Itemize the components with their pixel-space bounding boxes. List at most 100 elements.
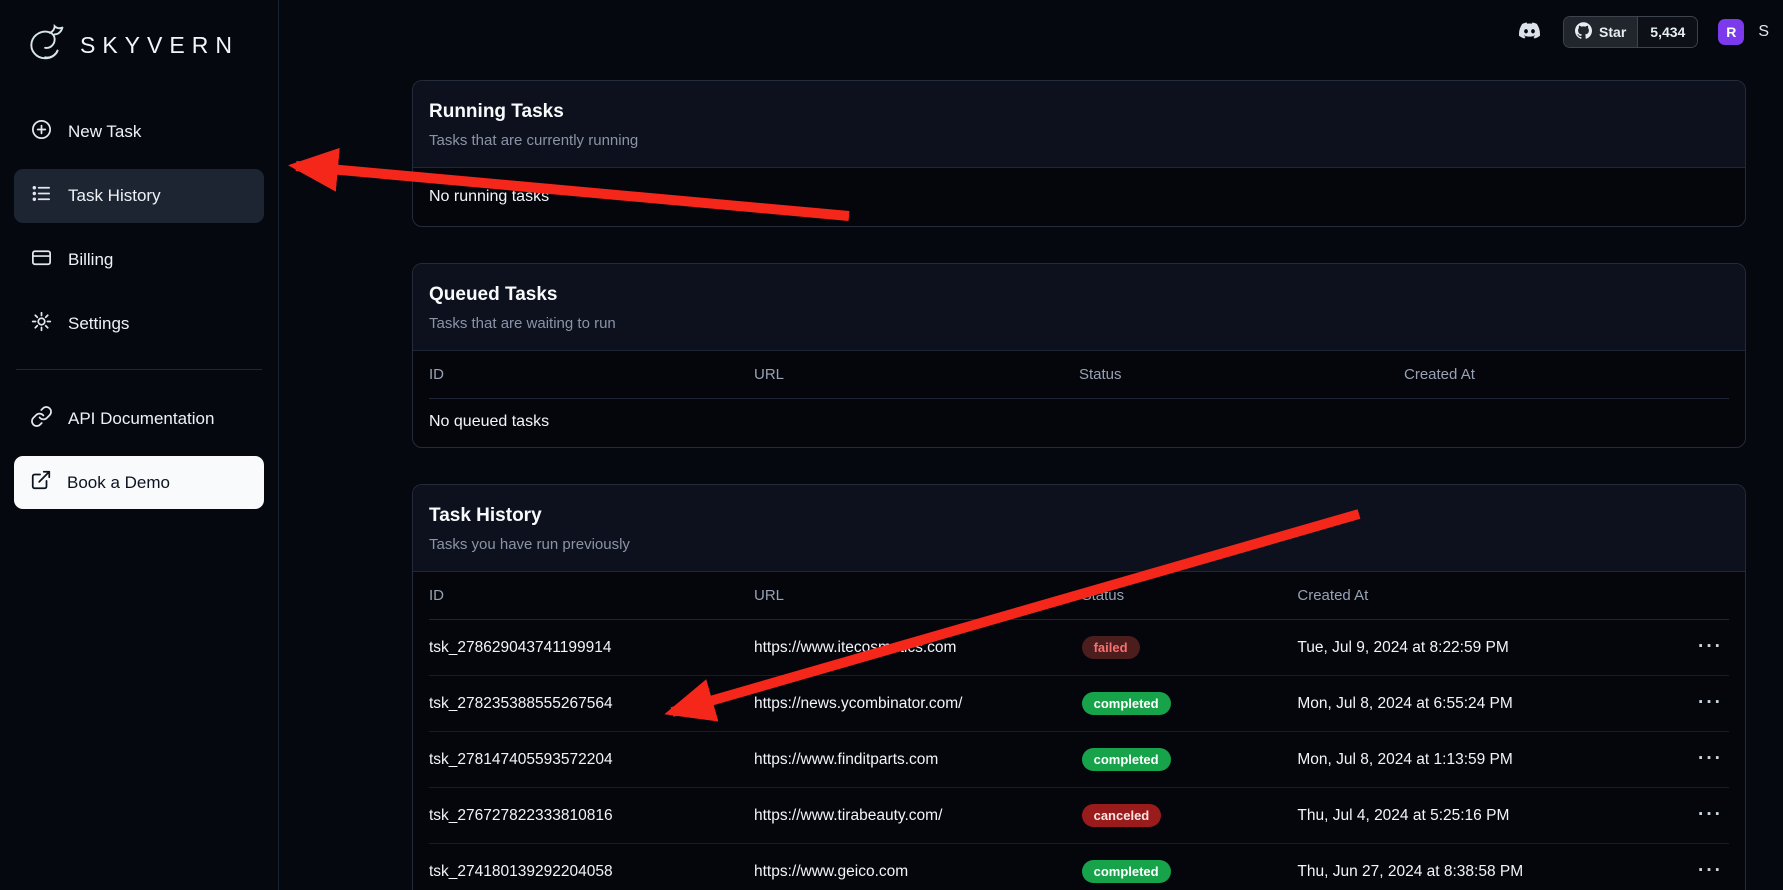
running-tasks-header: Running Tasks Tasks that are currently r… bbox=[413, 81, 1745, 168]
task-created-at: Mon, Jul 8, 2024 at 6:55:24 PM bbox=[1297, 695, 1686, 713]
task-created-at: Mon, Jul 8, 2024 at 1:13:59 PM bbox=[1297, 751, 1686, 769]
card-title: Running Tasks bbox=[429, 101, 1729, 123]
sidebar-item-label: API Documentation bbox=[68, 409, 214, 429]
topbar: Star 5,434 R S bbox=[279, 0, 1783, 64]
queued-tasks-table: ID URL Status Created At No queued tasks bbox=[413, 351, 1745, 447]
task-created-at: Tue, Jul 9, 2024 at 8:22:59 PM bbox=[1297, 639, 1686, 657]
row-menu-button[interactable]: ··· bbox=[1692, 750, 1729, 768]
task-id: tsk_274180139292204058 bbox=[429, 863, 754, 881]
sidebar-item-label: Task History bbox=[68, 186, 161, 206]
sidebar-divider bbox=[16, 369, 262, 370]
task-url: https://www.tirabeauty.com/ bbox=[754, 807, 1082, 825]
status-badge: failed bbox=[1082, 636, 1140, 659]
table-header-row: ID URL Status Created At bbox=[429, 351, 1729, 399]
col-status: Status bbox=[1079, 366, 1404, 383]
row-menu-button[interactable]: ··· bbox=[1692, 638, 1729, 656]
col-status: Status bbox=[1082, 587, 1298, 604]
skyvern-app: SKYVERN New Task Task History bbox=[0, 0, 1783, 890]
sidebar-item-settings[interactable]: Settings bbox=[14, 297, 264, 351]
task-url: https://www.finditparts.com bbox=[754, 751, 1082, 769]
content: Running Tasks Tasks that are currently r… bbox=[279, 64, 1783, 890]
running-tasks-empty: No running tasks bbox=[413, 168, 1745, 226]
row-menu-button[interactable]: ··· bbox=[1692, 862, 1729, 880]
table-header-row: ID URL Status Created At bbox=[429, 572, 1729, 620]
link-icon bbox=[30, 405, 53, 433]
external-link-icon bbox=[30, 469, 52, 496]
book-a-demo-button[interactable]: Book a Demo bbox=[14, 456, 264, 509]
github-icon bbox=[1575, 22, 1592, 42]
col-id: ID bbox=[429, 366, 754, 383]
card-subtitle: Tasks that are waiting to run bbox=[429, 315, 1729, 332]
github-star-label: Star bbox=[1599, 24, 1626, 40]
sidebar-nav: New Task Task History Billing bbox=[0, 105, 278, 351]
task-history-header: Task History Tasks you have run previous… bbox=[413, 485, 1745, 572]
status-badge-cell: completed bbox=[1082, 860, 1298, 883]
card-subtitle: Tasks you have run previously bbox=[429, 536, 1729, 553]
sidebar-item-api-documentation[interactable]: API Documentation bbox=[14, 392, 264, 446]
task-id: tsk_278147405593572204 bbox=[429, 751, 754, 769]
row-menu-button[interactable]: ··· bbox=[1692, 694, 1729, 712]
queued-tasks-header: Queued Tasks Tasks that are waiting to r… bbox=[413, 264, 1745, 351]
credit-card-icon bbox=[30, 246, 53, 274]
table-row[interactable]: tsk_278235388555267564 https://news.ycom… bbox=[429, 676, 1729, 732]
status-badge-cell: canceled bbox=[1082, 804, 1298, 827]
row-actions: ··· bbox=[1686, 638, 1729, 657]
sidebar-item-label: New Task bbox=[68, 122, 141, 142]
main-area: Star 5,434 R S Running Tasks Tasks that … bbox=[279, 0, 1783, 890]
row-menu-button[interactable]: ··· bbox=[1692, 806, 1729, 824]
row-actions: ··· bbox=[1686, 694, 1729, 713]
status-badge: completed bbox=[1082, 692, 1171, 715]
sidebar-item-label: Billing bbox=[68, 250, 113, 270]
col-url: URL bbox=[754, 366, 1079, 383]
brand-name: SKYVERN bbox=[80, 32, 239, 59]
brand: SKYVERN bbox=[0, 14, 278, 71]
status-badge: completed bbox=[1082, 860, 1171, 883]
task-url: https://www.itecosmetics.com bbox=[754, 639, 1082, 657]
sidebar-item-label: Settings bbox=[68, 314, 129, 334]
row-actions: ··· bbox=[1686, 806, 1729, 825]
discord-icon bbox=[1516, 20, 1543, 44]
task-id: tsk_278629043741199914 bbox=[429, 639, 754, 657]
table-row[interactable]: tsk_278629043741199914 https://www.iteco… bbox=[429, 620, 1729, 676]
task-created-at: Thu, Jun 27, 2024 at 8:38:58 PM bbox=[1297, 863, 1686, 881]
row-actions: ··· bbox=[1686, 750, 1729, 769]
task-history-card: Task History Tasks you have run previous… bbox=[412, 484, 1746, 890]
queued-tasks-card: Queued Tasks Tasks that are waiting to r… bbox=[412, 263, 1746, 448]
status-badge: completed bbox=[1082, 748, 1171, 771]
github-star-count: 5,434 bbox=[1637, 17, 1697, 47]
card-subtitle: Tasks that are currently running bbox=[429, 132, 1729, 149]
col-created-at: Created At bbox=[1404, 366, 1729, 383]
sidebar-item-new-task[interactable]: New Task bbox=[14, 105, 264, 159]
task-id: tsk_278235388555267564 bbox=[429, 695, 754, 713]
table-row[interactable]: tsk_274180139292204058 https://www.geico… bbox=[429, 844, 1729, 890]
sidebar-item-billing[interactable]: Billing bbox=[14, 233, 264, 287]
sidebar-item-task-history[interactable]: Task History bbox=[14, 169, 264, 223]
github-star-widget[interactable]: Star 5,434 bbox=[1563, 16, 1698, 48]
sidebar: SKYVERN New Task Task History bbox=[0, 0, 279, 890]
running-tasks-card: Running Tasks Tasks that are currently r… bbox=[412, 80, 1746, 227]
row-actions: ··· bbox=[1686, 862, 1729, 881]
user-label-partial: S bbox=[1758, 23, 1769, 41]
task-created-at: Thu, Jul 4, 2024 at 5:25:16 PM bbox=[1297, 807, 1686, 825]
list-icon bbox=[30, 182, 53, 210]
task-history-table: ID URL Status Created At tsk_27862904374… bbox=[413, 572, 1745, 890]
plus-circle-icon bbox=[30, 118, 53, 146]
user-avatar[interactable]: R bbox=[1718, 19, 1744, 45]
status-badge: canceled bbox=[1082, 804, 1162, 827]
table-row[interactable]: tsk_278147405593572204 https://www.findi… bbox=[429, 732, 1729, 788]
status-badge-cell: failed bbox=[1082, 636, 1298, 659]
skyvern-dragon-logo-icon bbox=[24, 20, 70, 71]
github-star-segment: Star bbox=[1564, 17, 1637, 47]
status-badge-cell: completed bbox=[1082, 692, 1298, 715]
col-id: ID bbox=[429, 587, 754, 604]
discord-button[interactable] bbox=[1516, 20, 1543, 44]
task-url: https://news.ycombinator.com/ bbox=[754, 695, 1082, 713]
book-a-demo-label: Book a Demo bbox=[67, 473, 170, 493]
table-row[interactable]: tsk_276727822333810816 https://www.tirab… bbox=[429, 788, 1729, 844]
gear-icon bbox=[30, 310, 53, 338]
card-title: Queued Tasks bbox=[429, 284, 1729, 306]
task-id: tsk_276727822333810816 bbox=[429, 807, 754, 825]
status-badge-cell: completed bbox=[1082, 748, 1298, 771]
col-url: URL bbox=[754, 587, 1082, 604]
queued-tasks-empty: No queued tasks bbox=[429, 399, 1729, 447]
